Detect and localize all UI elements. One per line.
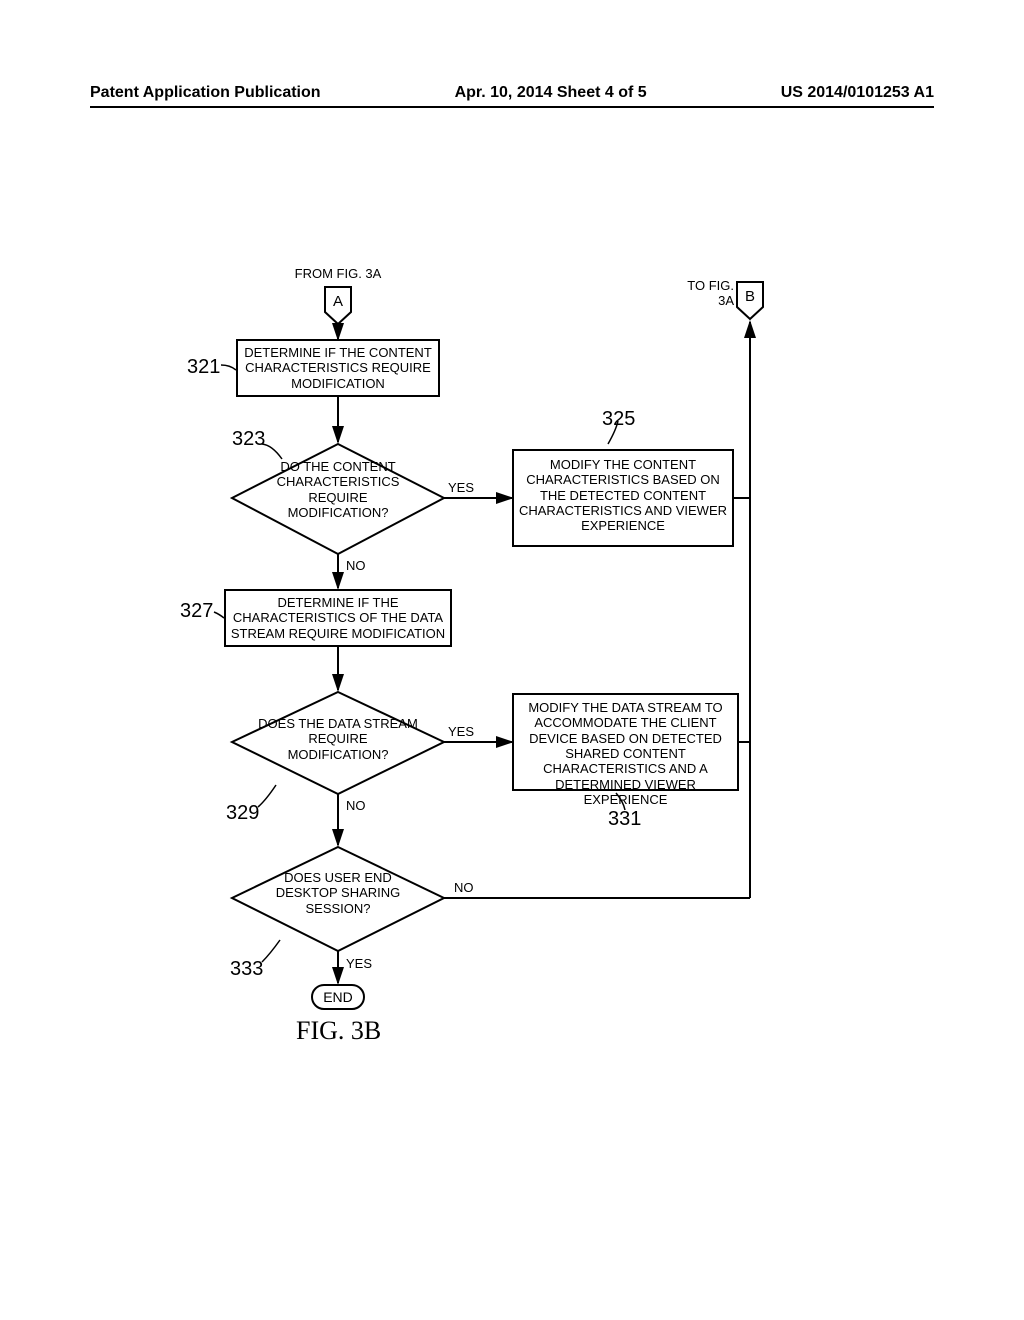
decision-323-text: DO THE CONTENT CHARACTERISTICS REQUIRE M… [268,459,408,520]
refnum-333: 333 [230,958,263,981]
terminator-end-text: END [312,989,364,1006]
label-no-329: NO [346,798,366,813]
process-325-text: MODIFY THE CONTENT CHARACTERISTICS BASED… [518,457,728,534]
refnum-331: 331 [608,808,641,831]
label-no-333: NO [454,880,474,895]
label-no-323: NO [346,558,366,573]
label-yes-333: YES [346,956,372,971]
label-yes-323: YES [448,480,474,495]
refnum-321: 321 [187,356,220,379]
connector-b-label: B [737,288,763,306]
connector-a-from-label: FROM FIG. 3A [280,266,396,281]
process-331-text: MODIFY THE DATA STREAM TO ACCOMMODATE TH… [518,700,733,807]
process-321-text: DETERMINE IF THE CONTENT CHARACTERISTICS… [240,345,436,391]
page: Patent Application Publication Apr. 10, … [0,0,1024,1320]
connector-b-to-label: TO FIG. 3A [684,278,734,309]
figure-caption: FIG. 3B [296,1016,381,1046]
refnum-325: 325 [602,408,635,431]
decision-329-text: DOES THE DATA STREAM REQUIRE MODIFICATIO… [258,716,418,762]
refnum-327: 327 [180,600,213,623]
flowchart-svg [0,0,1024,1320]
process-327-text: DETERMINE IF THE CHARACTERISTICS OF THE … [228,595,448,641]
refnum-323: 323 [232,428,265,451]
refnum-329: 329 [226,802,259,825]
decision-333-text: DOES USER END DESKTOP SHARING SESSION? [268,870,408,916]
connector-a-label: A [325,293,351,311]
label-yes-329: YES [448,724,474,739]
